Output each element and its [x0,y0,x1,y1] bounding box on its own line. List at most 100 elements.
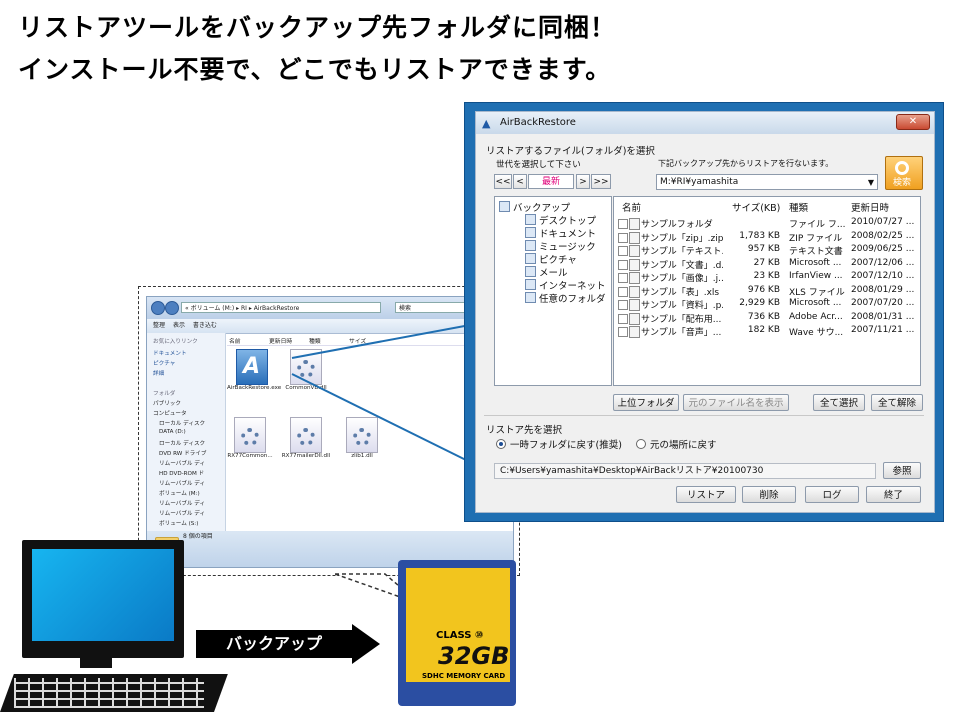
delete-button[interactable]: 削除 [742,486,796,503]
row-date: 2009/06/25 ... [851,244,915,254]
row-size: 27 KB [753,257,780,268]
search-button[interactable]: 検索 [885,156,923,190]
section-dest-label: リストア先を選択 [486,425,563,436]
tree-item-mail[interactable]: メール [525,265,568,279]
tree-item-pictures[interactable]: ピクチャ [525,252,577,266]
computer-icon [499,201,510,212]
source-label: 下記バックアップ先からリストアを行ないます。 [658,159,834,168]
row-checkbox[interactable] [618,286,628,297]
tree-item-custom-folder[interactable]: 任意のフォルダ [525,291,606,305]
row-name: サンプル「zip」.zip [641,233,723,244]
row-date: 2008/01/31 ... [851,311,915,322]
tree-item-documents[interactable]: ドキュメント [525,226,596,240]
desktop-icon [525,214,536,225]
file-list-row[interactable]: サンプル「テキスト... 957 KB テキスト文書 2009/06/25 ... [614,244,920,257]
row-type: Microsoft ... [789,257,842,268]
close-button[interactable]: ✕ [896,114,930,130]
file-list-row[interactable]: サンプル「資料」.p... 2,929 KB Microsoft ... 2007/0… [614,298,920,311]
arrow-right-icon [352,624,380,664]
documents-icon [525,227,536,238]
tree-item-music[interactable]: ミュージック [525,239,596,253]
file-list-row[interactable]: サンプル「文書」.d... 27 KB Microsoft ... 2007/12/0… [614,257,920,271]
header-size[interactable]: サイズ(KB) [732,200,780,214]
dest-path-field[interactable]: C:¥Users¥yamashita¥Desktop¥AirBackリストア¥2… [494,463,876,479]
generation-current[interactable]: 最新 [528,174,574,189]
file-type-icon [629,299,640,311]
row-checkbox[interactable] [618,327,628,337]
header-date[interactable]: 更新日時 [851,200,889,214]
nav-first-button[interactable]: << [494,174,512,189]
row-checkbox[interactable] [618,246,628,256]
file-list-row[interactable]: サンプル「配布用... 736 KB Adobe Acr... 2008/01/31 … [614,311,920,325]
row-size: 736 KB [747,311,780,322]
file-type-icon [629,312,640,325]
log-button[interactable]: ログ [805,486,859,503]
file-type-icon [629,218,640,230]
nav-last-button[interactable]: >> [591,174,611,189]
row-size: 1,783 KB [739,230,780,241]
row-size: 976 KB [747,284,780,295]
row-date: 2007/07/20 ... [851,298,915,308]
pictures-icon [525,253,536,264]
file-type-icon [629,326,640,338]
row-name: サンプル「画像」.j... [641,274,723,284]
backup-source-select[interactable]: M:¥RI¥yamashita ▼ [656,174,878,190]
row-size: 957 KB [747,244,780,254]
row-type: Adobe Acr... [789,311,843,322]
row-checkbox[interactable] [618,300,628,310]
select-all-button[interactable]: 全て選択 [813,394,865,411]
sd-card-icon: CLASS ⑩ 32GB SDHC MEMORY CARD [398,560,516,706]
backup-arrow-label: バックアップ [196,630,352,658]
file-type-icon [629,258,640,271]
row-name: サンプル「文書」.d... [641,260,723,271]
airbackrestore-dialog: ▲ AirBackRestore ✕ リストアするファイル(フォルダ)を選択 世… [464,102,944,522]
file-list-row[interactable]: サンプルフォルダ ファイル フ... 2010/07/27 ... [614,217,920,230]
exit-button[interactable]: 終了 [866,486,921,503]
row-name: サンプル「配布用... [641,314,722,325]
header-name[interactable]: 名前 [622,200,641,214]
row-date: 2008/01/29 ... [851,284,915,295]
row-type: IrfanView ... [789,271,843,281]
monitor-icon [22,540,184,658]
file-list-row[interactable]: サンプル「zip」.zip 1,783 KB ZIP ファイル 2008/02/25 … [614,230,920,244]
tree-item-internet[interactable]: インターネット [525,278,606,292]
dialog-body: ▲ AirBackRestore ✕ リストアするファイル(フォルダ)を選択 世… [475,111,935,513]
show-original-name-button[interactable]: 元のファイル名を表示 [683,394,789,411]
radio-temp-folder[interactable]: 一時フォルダに戻す(推奨) [496,437,622,451]
row-type: ファイル フ... [789,220,846,230]
row-date: 2007/12/10 ... [851,271,915,281]
parent-folder-button[interactable]: 上位フォルダ [613,394,679,411]
clear-all-button[interactable]: 全て解除 [871,394,923,411]
tree-item-backup[interactable]: バックアップ [499,200,570,214]
folder-icon [525,292,536,303]
divider [484,415,924,416]
music-icon [525,240,536,251]
row-date: 2007/11/21 ... [851,325,915,335]
file-list-row[interactable]: サンプル「画像」.j... 23 KB IrfanView ... 2007/12/1… [614,271,920,284]
file-list-row[interactable]: サンプル「表」.xls 976 KB XLS ファイル 2008/01/29 ... [614,284,920,298]
tree-item-desktop[interactable]: デスクトップ [525,213,596,227]
row-name: サンプル「資料」.p... [641,301,723,311]
nav-next-button[interactable]: > [576,174,590,189]
file-list-row[interactable]: サンプル「音声」... 182 KB Wave サウ... 2007/11/21 ..… [614,325,920,338]
radio-original-location[interactable]: 元の場所に戻す [636,437,717,451]
row-name: サンプルフォルダ [641,220,713,230]
row-checkbox[interactable] [618,313,628,324]
file-type-icon [629,231,640,244]
row-type: ZIP ファイル [789,233,843,244]
file-type-icon [629,272,640,284]
row-checkbox[interactable] [618,232,628,243]
row-checkbox[interactable] [618,219,628,229]
row-checkbox[interactable] [618,273,628,283]
sd-class: CLASS ⑩ [436,630,484,641]
row-name: サンプル「音声」... [641,328,722,338]
row-size: 23 KB [753,271,780,281]
restore-button[interactable]: リストア [676,486,736,503]
header-type[interactable]: 種類 [789,200,808,214]
chevron-down-icon: ▼ [867,178,874,187]
row-type: XLS ファイル [789,287,845,298]
browse-button[interactable]: 参照 [883,462,921,479]
sd-capacity: 32GB [438,642,510,670]
row-checkbox[interactable] [618,259,628,270]
nav-prev-button[interactable]: < [513,174,527,189]
